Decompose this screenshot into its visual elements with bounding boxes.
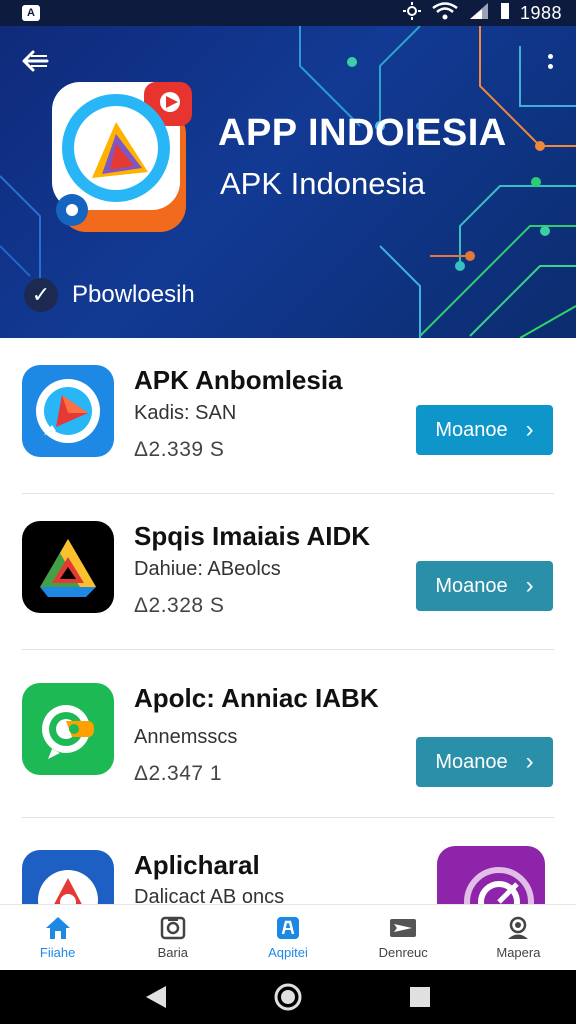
send-icon xyxy=(389,915,417,941)
nav-label: Mapera xyxy=(496,945,541,960)
camera-icon xyxy=(159,915,187,941)
bottom-navigation: Fiiahe Baria Aqpitei Denreuc Mapera xyxy=(0,904,576,970)
list-item[interactable]: Apolc: Anniac IABK Annemsscs Δ2.347 1 Mo… xyxy=(0,650,576,818)
back-triangle-icon[interactable] xyxy=(136,977,176,1017)
signal-icon xyxy=(468,2,490,25)
system-navigation-bar xyxy=(0,970,576,1024)
nav-label: Aqpitei xyxy=(268,945,308,960)
nav-label: Baria xyxy=(157,945,188,960)
list-item[interactable]: Spqis Imaiais AIDK Dahiue: ABeolcs Δ2.32… xyxy=(0,494,576,650)
list-item[interactable]: APK Anbomlesia Kadis: SAN Δ2.339 S Moano… xyxy=(0,338,576,494)
chat-bubble-icon xyxy=(22,683,114,775)
app-stats: Δ2.347 1 xyxy=(134,762,223,785)
app-name: Spqis Imaiais AIDK xyxy=(134,521,370,551)
arrow-app-icon xyxy=(22,850,114,904)
apps-icon xyxy=(274,915,302,941)
back-arrow-icon[interactable] xyxy=(18,44,52,78)
more-button-label: Moanoe xyxy=(435,574,508,597)
recents-square-icon[interactable] xyxy=(400,977,440,1017)
checkmark-icon: ✓ xyxy=(24,278,58,312)
nav-item-home[interactable]: Fiiahe xyxy=(0,905,115,970)
chevron-right-icon: › xyxy=(525,748,534,775)
chevron-right-icon: › xyxy=(525,572,534,599)
nav-item-send[interactable]: Denreuc xyxy=(346,905,461,970)
app-notification-icon: A xyxy=(22,5,40,21)
overflow-menu-icon[interactable] xyxy=(540,44,560,78)
home-icon xyxy=(44,915,72,941)
app-name: APK Anbomlesia xyxy=(134,365,343,395)
status-bar: A 1988 xyxy=(0,0,576,26)
purple-app-icon xyxy=(437,846,545,904)
app-meta: Annemsscs xyxy=(134,726,238,748)
more-button-label: Moanoe xyxy=(435,750,508,773)
nav-label: Denreuc xyxy=(378,945,428,960)
more-button[interactable]: Moanoe › xyxy=(416,405,553,455)
list-item[interactable]: Aplicharal Dalicact AB oncs xyxy=(0,818,576,904)
play-chat-icon xyxy=(22,365,114,457)
nav-item-camera[interactable]: Baria xyxy=(115,905,230,970)
app-meta: Kadis: SAN xyxy=(134,402,237,424)
chevron-right-icon: › xyxy=(525,416,534,443)
verified-badge: ✓ Pbowloesih xyxy=(24,278,195,312)
more-button[interactable]: Moanoe › xyxy=(416,561,553,611)
hero-subtitle: APK Indonesia xyxy=(220,166,426,201)
app-stats: Δ2.339 S xyxy=(134,438,225,461)
hero-app-logo xyxy=(52,82,192,232)
nav-item-profile[interactable]: Mapera xyxy=(461,905,576,970)
verified-label: Pbowloesih xyxy=(72,281,195,308)
battery-icon xyxy=(500,2,510,25)
nav-label: Fiiahe xyxy=(39,945,76,960)
app-meta: Dahiue: ABeolcs xyxy=(134,558,281,580)
app-stats: Δ2.328 S xyxy=(134,594,225,617)
profile-icon xyxy=(504,915,532,941)
brightness-icon xyxy=(402,1,422,26)
more-button-label: Moanoe xyxy=(435,418,508,441)
status-time: 1988 xyxy=(519,2,562,23)
hero-title: APP INDOIESIA xyxy=(218,112,507,154)
nav-item-apps[interactable]: Aqpitei xyxy=(230,905,345,970)
home-circle-icon[interactable] xyxy=(268,977,308,1017)
triangle-drive-icon xyxy=(22,521,114,613)
app-meta: Dalicact AB oncs xyxy=(134,886,285,904)
wifi-icon xyxy=(432,1,458,25)
hero-banner: APP INDOIESIA APK Indonesia ✓ Pbowloesih xyxy=(0,26,576,338)
more-button[interactable]: Moanoe › xyxy=(416,737,553,787)
app-name: Apolc: Anniac IABK xyxy=(134,683,379,713)
app-name: Aplicharal xyxy=(134,850,260,880)
